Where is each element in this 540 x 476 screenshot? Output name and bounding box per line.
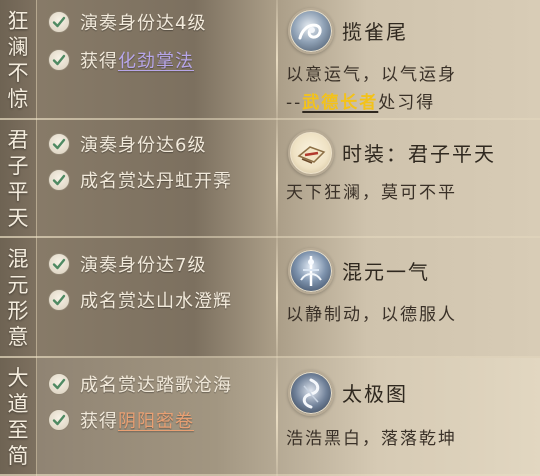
outfit-bundle-icon[interactable] xyxy=(288,130,334,176)
row-title: 君子平天 xyxy=(7,128,29,230)
reward-description: 以意运气，以气运身 xyxy=(286,65,457,85)
condition-text: 演奏身份达6级 xyxy=(80,135,207,156)
column-divider xyxy=(276,0,278,120)
check-icon xyxy=(48,133,70,155)
condition-item: 成名赏达丹虹开霁 xyxy=(48,166,232,194)
condition-text: 成名赏达踏歌沧海 xyxy=(80,375,232,396)
check-icon xyxy=(48,409,70,431)
check-icon xyxy=(48,253,70,275)
row-title-column: 狂澜不惊 xyxy=(0,0,37,120)
reward-description: 浩浩黑白，落落乾坤 xyxy=(286,429,457,449)
check-icon xyxy=(48,11,70,33)
condition-item: 演奏身份达6级 xyxy=(48,130,206,158)
row-title: 混元形意 xyxy=(7,247,29,349)
condition-text: 获得化劲掌法 xyxy=(80,51,194,72)
reward-source: --武德长者处习得 xyxy=(286,93,436,113)
taiji-figure-icon[interactable] xyxy=(288,370,334,416)
row-title: 大道至简 xyxy=(7,366,29,468)
item-link[interactable]: 阴阳密卷 xyxy=(118,411,194,432)
condition-item: 成名赏达踏歌沧海 xyxy=(48,370,232,398)
reward-name: 混元一气 xyxy=(342,260,430,284)
sword-skill-icon[interactable] xyxy=(288,248,334,294)
achievement-panel: 狂澜不惊 演奏身份达4级 获得化劲掌法 揽雀尾 以意运气，以气运身 --武德长者… xyxy=(0,0,540,476)
check-icon xyxy=(48,49,70,71)
row-title-column: 混元形意 xyxy=(0,238,37,358)
condition-item: 获得化劲掌法 xyxy=(48,46,194,74)
condition-text: 成名赏达丹虹开霁 xyxy=(80,171,232,192)
condition-item: 演奏身份达4级 xyxy=(48,8,206,36)
check-icon xyxy=(48,169,70,191)
column-divider xyxy=(276,358,278,476)
condition-text: 获得阴阳密卷 xyxy=(80,411,194,432)
reward-name: 太极图 xyxy=(342,382,408,406)
check-icon xyxy=(48,289,70,311)
condition-item: 成名赏达山水澄辉 xyxy=(48,286,232,314)
reward-name: 时装：君子平天 xyxy=(342,142,496,166)
achievement-row: 君子平天 演奏身份达6级 成名赏达丹虹开霁 时装：君子平天 天下狂澜，莫可不平 xyxy=(0,120,540,238)
row-title: 狂澜不惊 xyxy=(7,9,29,111)
condition-text: 演奏身份达7级 xyxy=(80,255,207,276)
check-icon xyxy=(48,373,70,395)
row-title-column: 大道至简 xyxy=(0,358,37,476)
achievement-row: 混元形意 演奏身份达7级 成名赏达山水澄辉 混元一气 以静制动，以德服人 xyxy=(0,238,540,358)
condition-text: 演奏身份达4级 xyxy=(80,13,207,34)
column-divider xyxy=(276,120,278,238)
reward-description: 天下狂澜，莫可不平 xyxy=(286,183,457,203)
reward-name: 揽雀尾 xyxy=(342,20,408,44)
condition-item: 演奏身份达7级 xyxy=(48,250,206,278)
achievement-row: 大道至简 成名赏达踏歌沧海 获得阴阳密卷 太极图 浩浩黑白，落落乾坤 xyxy=(0,358,540,476)
condition-text: 成名赏达山水澄辉 xyxy=(80,291,232,312)
swirl-technique-icon[interactable] xyxy=(288,8,334,54)
item-link[interactable]: 化劲掌法 xyxy=(118,51,194,72)
reward-description: 以静制动，以德服人 xyxy=(286,305,457,325)
npc-link[interactable]: 武德长者 xyxy=(302,93,378,113)
condition-item: 获得阴阳密卷 xyxy=(48,406,194,434)
achievement-row: 狂澜不惊 演奏身份达4级 获得化劲掌法 揽雀尾 以意运气，以气运身 --武德长者… xyxy=(0,0,540,120)
column-divider xyxy=(276,238,278,358)
row-title-column: 君子平天 xyxy=(0,120,37,238)
